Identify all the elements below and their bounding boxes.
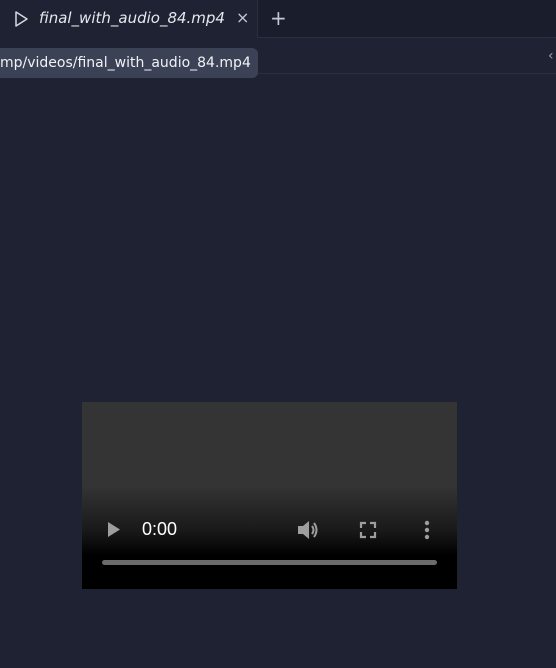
file-path-tooltip: mp/videos/final_with_audio_84.mp4	[0, 48, 258, 78]
file-path-text: mp/videos/final_with_audio_84.mp4	[0, 55, 251, 71]
progress-bar[interactable]	[102, 560, 437, 565]
video-player[interactable]: 0:00	[82, 402, 457, 589]
chevron-left-icon[interactable]: ‹	[548, 48, 554, 64]
fullscreen-icon[interactable]	[359, 521, 377, 539]
tab-bar: final_with_audio_84.mp4 × +	[0, 0, 556, 38]
play-icon	[15, 11, 28, 27]
close-icon[interactable]: ×	[236, 8, 249, 28]
volume-icon[interactable]	[296, 519, 320, 541]
play-button[interactable]	[107, 521, 121, 538]
current-time: 0:00	[142, 519, 178, 539]
more-options-icon[interactable]	[424, 520, 430, 540]
tab-video-file[interactable]: final_with_audio_84.mp4 ×	[0, 0, 258, 38]
tab-title: final_with_audio_84.mp4	[39, 9, 225, 27]
new-tab-icon[interactable]: +	[270, 6, 287, 30]
